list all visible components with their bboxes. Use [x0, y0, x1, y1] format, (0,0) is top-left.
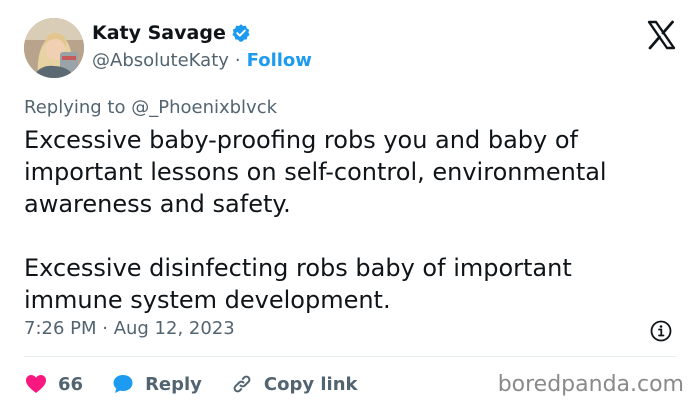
tweet-header: Katy Savage @AbsoluteKaty · Follow — [24, 18, 676, 80]
speech-bubble-icon — [111, 372, 135, 396]
author-handle[interactable]: @AbsoluteKaty — [92, 50, 229, 71]
copy-link-label: Copy link — [263, 373, 358, 395]
replying-prefix: Replying to — [24, 97, 126, 118]
reply-target-link[interactable]: @_Phoenixblvck — [131, 97, 277, 118]
x-logo-icon[interactable] — [646, 20, 676, 50]
avatar[interactable] — [24, 18, 84, 78]
like-count: 66 — [58, 373, 84, 395]
info-icon[interactable] — [650, 320, 672, 342]
watermark: boredpanda.com — [497, 372, 684, 397]
tweet-paragraph: Excessive disinfecting robs baby of impo… — [24, 254, 572, 314]
follow-button[interactable]: Follow — [247, 50, 312, 71]
reply-button[interactable]: Reply — [111, 372, 202, 396]
replying-to: Replying to @_Phoenixblvck — [24, 97, 277, 118]
heart-icon — [24, 372, 48, 396]
tweet-body: Excessive baby-proofing robs you and bab… — [24, 124, 674, 316]
separator-dot: · — [234, 50, 241, 71]
verified-badge-icon — [231, 23, 251, 43]
tweet-timestamp[interactable]: 7:26 PM · Aug 12, 2023 — [24, 318, 235, 339]
action-bar: 66 Reply Copy link — [24, 372, 386, 396]
reply-label: Reply — [145, 373, 202, 395]
like-button[interactable]: 66 — [24, 372, 83, 396]
tweet-paragraph: Excessive baby-proofing robs you and bab… — [24, 126, 607, 218]
link-icon — [230, 372, 254, 396]
author-name[interactable]: Katy Savage — [92, 22, 226, 44]
divider — [24, 356, 676, 357]
copy-link-button[interactable]: Copy link — [230, 372, 358, 396]
